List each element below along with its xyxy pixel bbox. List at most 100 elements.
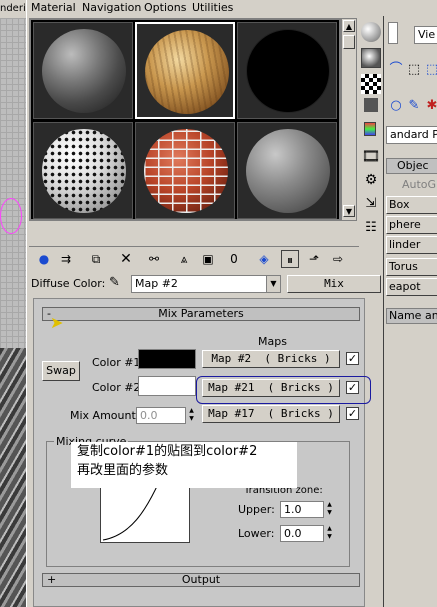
maps-label: Maps [258,335,287,348]
menu-material[interactable]: Material [31,0,76,15]
upper-spinner-icon[interactable]: ▲ ▼ [325,501,334,518]
color1-label: Color #1 [92,356,141,369]
material-type-button[interactable]: Mix [287,275,381,293]
slots-scrollbar[interactable]: ▲ ▼ [341,18,357,221]
go-to-parent-icon[interactable]: ⬏ [305,250,323,268]
lower-field[interactable]: 0.0 [280,525,324,542]
lower-spinner-icon[interactable]: ▲ ▼ [325,525,334,542]
mix-amount-field[interactable]: 0.0 [136,407,186,424]
mix-amount-spinner-icon[interactable]: ▲ ▼ [187,407,196,424]
lower-label: Lower: [238,527,275,540]
object-type-header[interactable]: Objec [386,158,437,174]
upper-field[interactable]: 1.0 [280,501,324,518]
output-title: Output [181,573,221,586]
autogrid-label[interactable]: AutoG [402,178,436,191]
standard-primitives-combo[interactable]: andard P [386,126,437,144]
color1-map-button[interactable]: Map #2 ( Bricks ) [202,350,340,368]
make-unique-icon[interactable]: ⩓ [175,250,193,268]
material-editor-window: Material Navigation Options Utilities ▲ … [26,0,385,607]
put-to-scene-icon[interactable]: ⇉ [57,250,75,268]
wood-sphere [145,30,229,114]
menu-options[interactable]: Options [144,0,186,15]
assign-material-icon[interactable]: ⧉ [87,250,105,268]
annotation-line1: 复制color#1的贴图到color#2 [77,444,258,459]
material-toolbar: ● ⇉ ⧉ ✕ ⚯ ⩓ ▣ 0 ◈ ⏸ ⬏ ⇨ [29,246,359,270]
map-name-value: Map #2 [135,277,178,290]
options-icon[interactable]: ⚙ [361,170,381,190]
select-by-material-icon[interactable]: ⇲ [361,194,381,214]
mix-amount-map-checkbox[interactable]: ✓ [346,407,359,420]
command-panel-empty [384,330,437,607]
viewport-grid [0,18,26,348]
swap-button[interactable]: Swap [42,361,80,381]
color2-label: Color #2 [92,381,141,394]
annotation-note: 复制color#1的贴图到color#2 再改里面的参数 [71,442,297,488]
color2-swatch[interactable] [138,376,196,396]
reset-map-icon[interactable]: ✕ [117,250,135,268]
make-preview-icon[interactable]: 🎞 [361,146,381,166]
chevron-down-icon[interactable]: ▼ [266,276,280,292]
modify-arc-icon[interactable]: ⌒ [388,62,404,78]
command-panel: Vie ⌒ ⬚ ⬚ ○ ✎ ✱ andard P Objec AutoG Box… [384,0,437,607]
sphere-button[interactable]: phere [386,216,437,234]
menu-navigation[interactable]: Navigation [82,0,141,15]
sample-slot-6[interactable] [237,122,337,219]
menu-utilities[interactable]: Utilities [192,0,233,15]
material-map-navigator-icon[interactable]: ☷ [361,218,381,238]
output-rollout-header[interactable]: + Output [42,573,360,587]
mix-parameters-rollout-header[interactable]: - Mix Parameters [42,307,360,321]
mix-amount-map-button[interactable]: Map #17 ( Bricks ) [202,405,340,423]
backlight-icon[interactable] [361,48,381,68]
sample-uv-tiling-icon[interactable] [364,98,378,112]
create-shapes-icon[interactable]: ✎ [406,98,422,114]
background-checker-icon[interactable] [361,74,381,94]
upper-label: Upper: [238,503,275,516]
diffuse-color-label: Diffuse Color: [31,277,106,290]
scroll-down-arrow-icon[interactable]: ▼ [343,205,355,217]
viewport-terrain [0,348,26,607]
expand-icon: + [47,573,57,586]
mixing-curve-graph [100,479,190,543]
sample-slot-2-active[interactable] [135,22,235,119]
color1-swatch[interactable] [138,349,196,369]
name-and-color-header[interactable]: Name an [386,308,437,324]
selected-object-outline [0,198,22,234]
create-geometry-icon[interactable]: ○ [388,98,404,114]
scroll-up-arrow-icon[interactable]: ▲ [343,20,355,32]
sample-slot-4[interactable] [33,122,133,219]
put-to-library-icon[interactable]: ▣ [199,250,217,268]
motion-icon[interactable]: ⬚ [424,62,437,78]
sample-slot-3[interactable] [237,22,337,119]
panel-small-control[interactable] [388,22,398,44]
show-end-result-icon[interactable]: ⏸ [281,250,299,268]
show-map-in-viewport-icon[interactable]: ◈ [255,250,273,268]
color2-map-button[interactable]: Map #21 ( Bricks ) [202,379,340,397]
get-material-icon[interactable]: ● [35,250,53,268]
sample-slot-1[interactable] [33,22,133,119]
box-button[interactable]: Box [386,196,437,214]
menubar: Material Navigation Options Utilities [27,0,385,16]
cylinder-button[interactable]: linder [386,236,437,254]
dotted-sphere [42,129,126,213]
create-lights-icon[interactable]: ✱ [424,98,437,114]
sample-type-icon[interactable] [361,22,381,42]
diffuse-row: Diffuse Color: ✎ Map #2 ▼ Mix [29,273,385,295]
mixing-curve-line [102,481,160,541]
color2-map-checkbox[interactable]: ✓ [346,381,359,394]
material-effects-channel-icon[interactable]: 0 [225,250,243,268]
scroll-thumb[interactable] [343,35,355,49]
view-combo[interactable]: Vie [414,26,437,44]
torus-button[interactable]: Torus [386,258,437,276]
make-copy-icon[interactable]: ⚯ [145,250,163,268]
video-color-check-icon[interactable] [364,122,376,136]
go-forward-to-sibling-icon[interactable]: ⇨ [329,250,347,268]
gray-cloudy-sphere [42,29,126,113]
map-name-combo[interactable]: Map #2 ▼ [131,275,281,293]
hierarchy-icon[interactable]: ⬚ [406,62,422,78]
bricks-sphere [144,129,228,213]
eyedropper-icon[interactable]: ✎ [109,275,120,290]
sample-slot-5[interactable] [135,122,235,219]
background-window-title: nderi [0,0,26,18]
teapot-button[interactable]: eapot [386,278,437,296]
color1-map-checkbox[interactable]: ✓ [346,352,359,365]
